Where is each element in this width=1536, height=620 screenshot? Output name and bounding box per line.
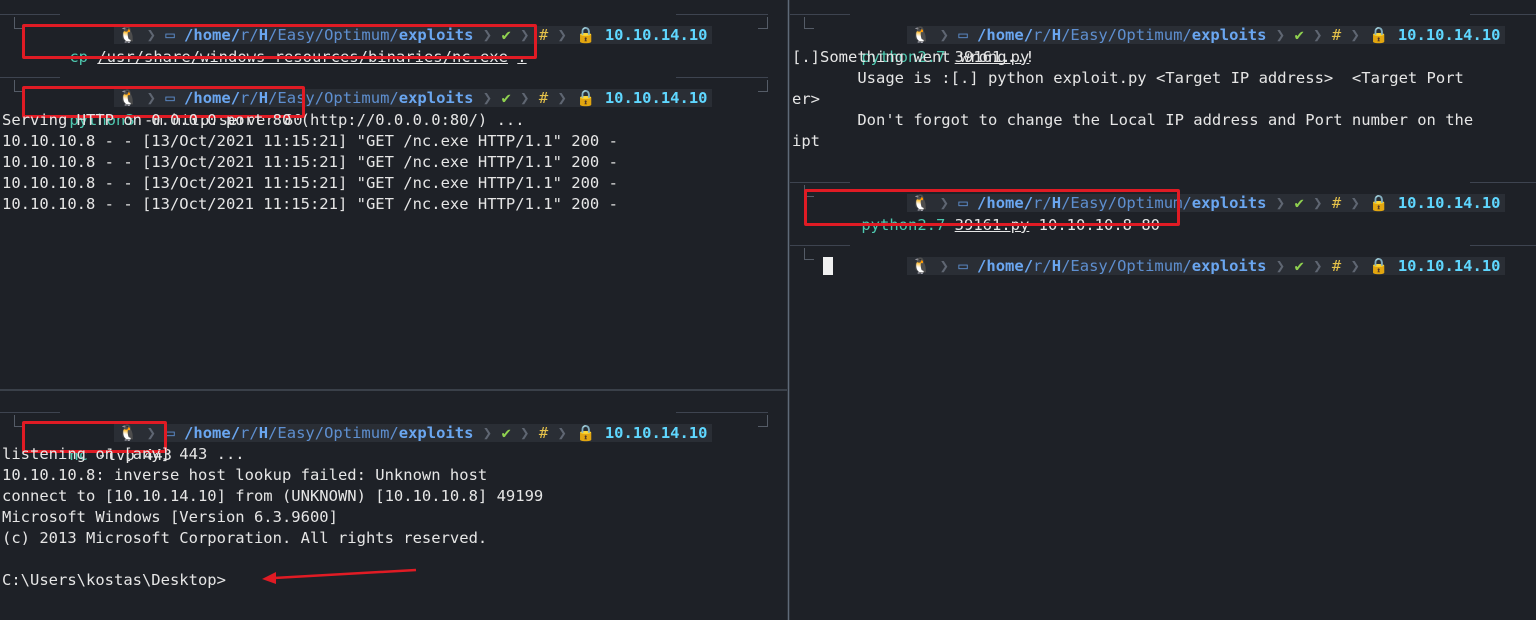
- output-line: Usage is :[.] python exploit.py <Target …: [792, 69, 1464, 87]
- output-line: 10.10.10.8: inverse host lookup failed: …: [2, 466, 488, 484]
- check-icon: ✔: [1294, 26, 1304, 44]
- output-line: er>: [792, 90, 820, 108]
- prompt-line: 🐧 ❯ ▭ /home/r/H/Easy/Optimum/exploits ❯ …: [790, 235, 1536, 275]
- lock-icon: 🔒: [576, 26, 596, 44]
- output-line: Serving HTTP on 0.0.0.0 port 80 (http://…: [2, 111, 525, 129]
- lock-icon: 🔒: [576, 424, 596, 442]
- output-line: Microsoft Windows [Version 6.3.9600]: [2, 508, 338, 526]
- lock-icon: 🔒: [1369, 257, 1389, 275]
- output-line: Don't forgot to change the Local IP addr…: [792, 111, 1474, 129]
- shell-prompt[interactable]: C:\Users\kostas\Desktop>: [2, 570, 226, 591]
- text-cursor[interactable]: [823, 257, 833, 275]
- lock-icon: 🔒: [576, 89, 596, 107]
- arrow-annotation: [262, 568, 417, 584]
- output-line: listening on [any] 443 ...: [2, 445, 245, 463]
- output-line: 10.10.10.8 - - [13/Oct/2021 11:15:21] "G…: [2, 153, 618, 171]
- highlight-box: [22, 24, 537, 59]
- terminal-pane-bottom-left[interactable]: 🐧 ❯ ▭ /home/r/H/Easy/Optimum/exploits ❯ …: [0, 391, 787, 620]
- check-icon: ✔: [501, 424, 511, 442]
- prompt-line: 🐧 ❯ ▭ /home/r/H/Easy/Optimum/exploits ❯ …: [0, 4, 787, 44]
- check-icon: ✔: [1294, 194, 1304, 212]
- prompt-line: 🐧 ❯ ▭ /home/r/H/Easy/Optimum/exploits ❯ …: [790, 4, 1536, 44]
- prompt-line: 🐧 ❯ ▭ /home/r/H/Easy/Optimum/exploits ❯ …: [0, 67, 787, 107]
- output-line: (c) 2013 Microsoft Corporation. All righ…: [2, 529, 488, 547]
- output-line: [.]Something went wrong..!: [792, 48, 1035, 66]
- command-line[interactable]: python2.7 39161.py: [824, 26, 1029, 66]
- output-line: connect to [10.10.14.10] from (UNKNOWN) …: [2, 487, 544, 505]
- check-icon: ✔: [1294, 257, 1304, 275]
- terminal-pane-right[interactable]: 🐧 ❯ ▭ /home/r/H/Easy/Optimum/exploits ❯ …: [790, 0, 1536, 620]
- folder-icon: ▭: [958, 257, 968, 275]
- lock-icon: 🔒: [1369, 194, 1389, 212]
- terminal-pane-top-left[interactable]: 🐧 ❯ ▭ /home/r/H/Easy/Optimum/exploits ❯ …: [0, 0, 787, 389]
- tux-icon: 🐧: [911, 257, 931, 275]
- prompt-line: 🐧 ❯ ▭ /home/r/H/Easy/Optimum/exploits ❯ …: [0, 402, 787, 442]
- output-line: 10.10.10.8 - - [13/Oct/2021 11:15:21] "G…: [2, 174, 618, 192]
- check-icon: ✔: [501, 89, 511, 107]
- highlight-box: [804, 189, 1180, 226]
- output-line: 10.10.10.8 - - [13/Oct/2021 11:15:21] "G…: [2, 132, 618, 150]
- output-line: 10.10.10.8 - - [13/Oct/2021 11:15:21] "G…: [2, 195, 618, 213]
- output-line: ipt: [792, 132, 820, 150]
- lock-icon: 🔒: [1369, 26, 1389, 44]
